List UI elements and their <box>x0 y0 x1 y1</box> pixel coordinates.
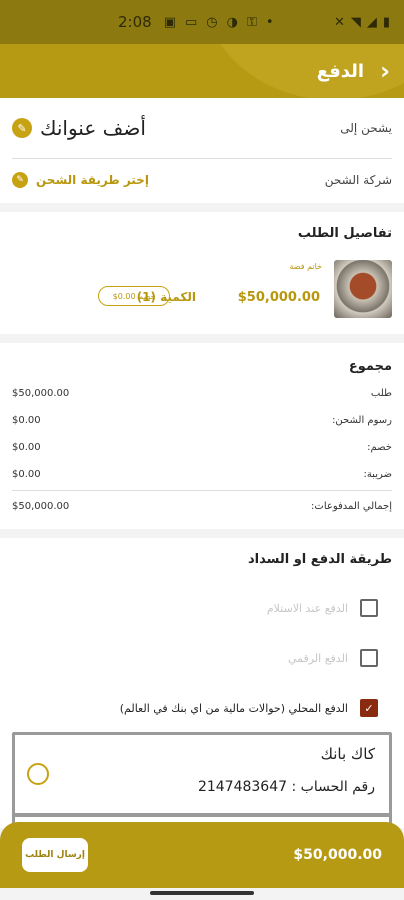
grand-total-label: إجمالي المدفوعات: <box>311 501 392 512</box>
edit-pencil-icon[interactable]: ✎ <box>12 118 32 138</box>
checkbox[interactable] <box>360 649 378 667</box>
total-row-label: طلب <box>370 388 392 399</box>
total-row-value: $50,000.00 <box>12 388 70 399</box>
home-indicator-pill[interactable] <box>150 891 254 895</box>
status-right-icons: ✕ ◥ ◢ ▮ <box>334 15 390 30</box>
submit-order-button[interactable]: إرسال الطلب <box>22 838 88 872</box>
checkbox[interactable] <box>360 599 378 617</box>
payment-option-label: الدفع عند الاستلام <box>266 601 348 615</box>
total-row-order: طلب $50,000.00 <box>0 380 404 407</box>
total-row-shipping: رسوم الشحن: $0.00 <box>0 407 404 434</box>
bottom-bar: إرسال الطلب $50,000.00 <box>0 822 404 888</box>
address-label: يشحن إلى <box>340 121 392 135</box>
total-row-discount: خصم: $0.00 <box>0 434 404 461</box>
bank-option[interactable]: كاك بانك رقم الحساب : 2147483647 <box>12 732 392 816</box>
home-indicator <box>0 888 404 900</box>
alarm-icon: ◷ <box>206 14 218 30</box>
shipping-value: إختر طريقة الشحن <box>36 173 149 187</box>
address-value: أضف عنوانك <box>40 116 146 140</box>
order-title: تفاصيل الطلب <box>297 226 392 241</box>
total-row-label: رسوم الشحن: <box>332 415 392 426</box>
product-image[interactable] <box>334 260 392 318</box>
total-row-value: $0.00 <box>12 415 41 426</box>
shipping-value-wrap[interactable]: إختر طريقة الشحن ✎ <box>12 172 149 188</box>
payment-option-digital[interactable]: الدفع الرقمي <box>0 633 404 683</box>
total-row-value: $0.00 <box>12 469 41 480</box>
address-card: يشحن إلى أضف عنوانك ✎ شركة الشحن إختر طر… <box>0 98 404 203</box>
bank-account: رقم الحساب : 2147483647 <box>197 779 375 795</box>
screen-icon: ▭ <box>184 14 198 30</box>
address-row[interactable]: يشحن إلى أضف عنوانك ✎ <box>0 98 404 158</box>
app-bar: الدفع › <box>0 44 404 98</box>
divider <box>12 490 392 491</box>
bottom-total: $50,000.00 <box>293 847 382 863</box>
total-row-value: $0.00 <box>12 442 41 453</box>
payment-option-local[interactable]: ✓ الدفع المحلي (حوالات مالية من اي بنك ف… <box>0 683 404 733</box>
bluetooth-off-icon: ✕ <box>333 14 345 30</box>
total-row-label: ضريبة: <box>363 469 392 480</box>
status-bar: 2:08 ▣ ▭ ◷ ◑ ⚿ • ✕ ◥ ◢ ▮ <box>0 0 404 44</box>
discount-badge: خصم 0.00$ <box>98 286 170 306</box>
payment-card: طريقة الدفع او السداد الدفع عند الاستلام… <box>0 538 404 828</box>
status-icons: ▣ ▭ ◷ ◑ ⚿ • <box>164 15 274 30</box>
product-tag: خاتم فضة <box>289 262 322 271</box>
battery-icon: ▮ <box>382 14 390 30</box>
total-row-tax: ضريبة: $0.00 <box>0 461 404 488</box>
edit-pencil-icon[interactable]: ✎ <box>12 172 28 188</box>
product-price: $50,000.00 <box>237 290 320 305</box>
radio-button[interactable] <box>27 763 49 785</box>
product-item[interactable]: خاتم فضة $50,000.00 الكمية (1) خصم 0.00$ <box>12 256 392 318</box>
dot-icon: • <box>265 14 274 30</box>
key-icon: ⚿ <box>246 14 257 30</box>
page-title: الدفع <box>316 60 365 82</box>
payment-option-label: الدفع الرقمي <box>287 651 348 665</box>
payment-option-label: الدفع المحلي (حوالات مالية من اي بنك في … <box>119 701 348 715</box>
totals-title: مجموع <box>348 359 392 374</box>
payment-option-cod[interactable]: الدفع عند الاستلام <box>0 583 404 633</box>
shipping-label: شركة الشحن <box>324 173 392 187</box>
shipping-row[interactable]: شركة الشحن إختر طريقة الشحن ✎ <box>0 159 404 201</box>
checkbox-checked[interactable]: ✓ <box>360 699 378 717</box>
header: 2:08 ▣ ▭ ◷ ◑ ⚿ • ✕ ◥ ◢ ▮ الدفع › <box>0 0 404 98</box>
address-value-wrap[interactable]: أضف عنوانك ✎ <box>12 116 146 140</box>
total-row-label: خصم: <box>367 442 392 453</box>
globe-icon: ◑ <box>226 14 238 30</box>
chevron-right-icon[interactable]: › <box>380 57 390 85</box>
signal-icon: ◢ <box>366 14 377 30</box>
calendar-icon: ▣ <box>163 14 176 30</box>
bank-name: كاك بانك <box>320 745 375 763</box>
payment-title: طريقة الدفع او السداد <box>247 552 392 567</box>
status-time: 2:08 <box>118 13 152 31</box>
total-row-grand: إجمالي المدفوعات: $50,000.00 <box>0 493 404 520</box>
wifi-icon: ◥ <box>350 14 361 30</box>
totals-card: مجموع طلب $50,000.00 رسوم الشحن: $0.00 خ… <box>0 343 404 529</box>
order-details-card: تفاصيل الطلب خاتم فضة $50,000.00 الكمية … <box>0 212 404 334</box>
grand-total-value: $50,000.00 <box>12 501 70 512</box>
